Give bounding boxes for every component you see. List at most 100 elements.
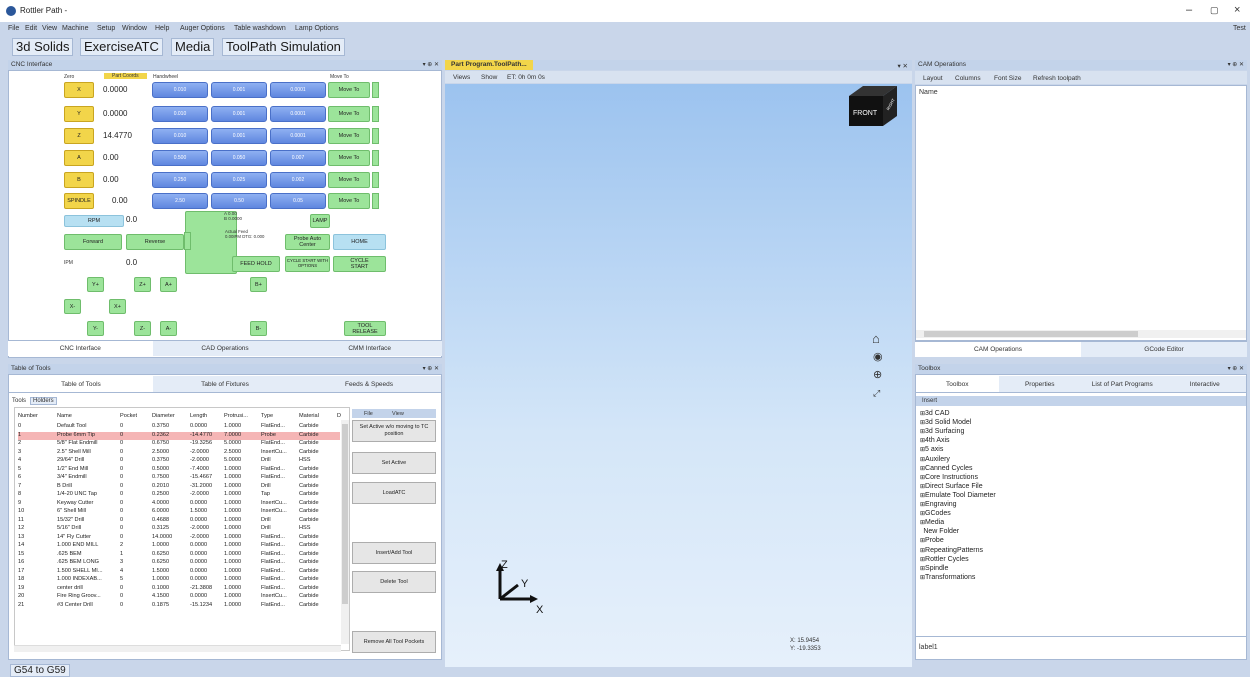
cam-refresh-toolpath-menu[interactable]: Refresh toolpath <box>1033 75 1081 82</box>
y-handwheel-inc-2-button[interactable]: 0.001 <box>211 106 267 122</box>
tab-cmm-interface[interactable]: CMM Interface <box>297 341 442 356</box>
view-cube[interactable]: FRONT RIGHT <box>843 82 903 134</box>
insert-add-tool-button[interactable]: Insert/Add Tool <box>352 542 436 564</box>
probe-auto-center-button[interactable]: Probe Auto Center <box>285 234 330 250</box>
jog-z-plus-button[interactable]: Z+ <box>134 277 151 292</box>
reverse-button[interactable]: Reverse <box>126 234 184 250</box>
subtab-holders[interactable]: Holders <box>30 397 57 405</box>
tab-cam-operations[interactable]: CAM Operations <box>915 342 1081 357</box>
column-header[interactable]: Number <box>18 413 38 419</box>
jog-a-minus-button[interactable]: A- <box>160 321 177 336</box>
viewport-close-icon[interactable]: ▾ ✕ <box>897 62 908 70</box>
x-handwheel-inc-1-button[interactable]: 0.010 <box>152 82 208 98</box>
tree-item[interactable]: ⊞RepeatingPatterns <box>920 547 983 554</box>
spindle-handwheel-inc-1-button[interactable]: 2.50 <box>152 193 208 209</box>
table-row[interactable]: 15 .625 BEM 1 0.6250 0.0000 1.0000 FlatEnd... C… <box>18 551 340 559</box>
side-menu-file[interactable]: File <box>364 411 373 417</box>
tab-cnc-interface[interactable]: CNC Interface <box>8 341 153 356</box>
tab-toolpath-simulation[interactable]: ToolPath Simulation <box>222 38 345 56</box>
jog-z-minus-button[interactable]: Z- <box>134 321 151 336</box>
tree-item[interactable]: ⊞Probe <box>920 537 944 544</box>
zero-a-button[interactable]: A <box>64 150 94 166</box>
column-header[interactable]: D <box>337 413 341 419</box>
table-row[interactable]: 1 Probe 6mm Tip 0 0.2362 -14.4770 7.0000 Probe… <box>18 431 340 440</box>
jog-b-minus-button[interactable]: B- <box>250 321 267 336</box>
tab-feeds-speeds[interactable]: Feeds & Speeds <box>297 376 441 392</box>
menu-edit[interactable]: Edit <box>25 25 37 32</box>
tool-release-button[interactable]: TOOL RELEASE <box>344 321 386 336</box>
rpm-button[interactable]: RPM <box>64 215 124 227</box>
cam-font-size-menu[interactable]: Font Size <box>994 75 1021 82</box>
tab-gcode-editor[interactable]: GCode Editor <box>1081 342 1247 357</box>
toolbox-insert-menu[interactable]: Insert <box>922 398 937 404</box>
tab-exerciseatc[interactable]: ExerciseATC <box>80 38 163 56</box>
tree-item[interactable]: ⊞5 axis <box>920 446 943 453</box>
jog-x-plus-button[interactable]: X+ <box>109 299 126 314</box>
tree-item[interactable]: ⊞Auxilery <box>920 456 950 463</box>
panel-pin-close-icon[interactable]: ▾ ⊕ ✕ <box>423 60 439 70</box>
tree-item[interactable]: ⊞3d CAD <box>920 410 950 417</box>
jog-y-plus-button[interactable]: Y+ <box>87 277 104 292</box>
a-handwheel-inc-3-button[interactable]: 0.007 <box>270 150 326 166</box>
viewport-views-menu[interactable]: Views <box>453 74 470 81</box>
tree-item[interactable]: ⊞3d Solid Model <box>920 419 971 426</box>
tree-item[interactable]: ⊞4th Axis <box>920 437 950 444</box>
tools-scrollbar-thumb[interactable] <box>342 424 348 604</box>
home-button[interactable]: HOME <box>333 234 386 250</box>
delete-tool-button[interactable]: Delete Tool <box>352 571 436 593</box>
spindle-handwheel-inc-3-button[interactable]: 0.05 <box>270 193 326 209</box>
tab-media[interactable]: Media <box>171 38 215 56</box>
tab-3d-solids[interactable]: 3d Solids <box>12 38 74 56</box>
menu-view[interactable]: View <box>42 25 57 32</box>
table-row[interactable]: 5 1/2" End Mill 0 0.5000 -7.4000 1.0000 FlatEn… <box>18 466 340 474</box>
table-row[interactable]: 2 5/8" Flat Endmill 0 0.6750 -19.3256 5.0000 F… <box>18 440 340 448</box>
column-header[interactable]: Diameter <box>152 413 175 419</box>
home-view-icon[interactable]: ⌂ <box>872 331 880 346</box>
table-row[interactable]: 3 2.5" Shell Mill 0 2.5000 -2.0000 2.5000 Inse… <box>18 449 340 457</box>
tree-item[interactable]: ⊞Transformations <box>920 574 975 581</box>
column-header[interactable]: Type <box>261 413 273 419</box>
table-row[interactable]: 13 14" Fly Cutter 0 14.0000 -2.0000 1.0000 Fla… <box>18 534 340 542</box>
zero-spindle-button[interactable]: SPINDLE <box>64 193 94 209</box>
y-handwheel-inc-1-button[interactable]: 0.010 <box>152 106 208 122</box>
table-row[interactable]: 17 1.500 SHELL MI... 4 1.5000 0.0000 1.0000 Fl… <box>18 568 340 576</box>
menu-table-washdown[interactable]: Table washdown <box>234 25 286 32</box>
column-header[interactable]: Length <box>190 413 207 419</box>
menu-lamp-options[interactable]: Lamp Options <box>295 25 339 32</box>
table-row[interactable]: 12 5/16" Drill 0 0.3125 -2.0000 1.0000 Drill HS… <box>18 525 340 533</box>
tab-toolbox[interactable]: Toolbox <box>916 376 999 392</box>
tree-item[interactable]: ⊞GCodes <box>920 510 951 517</box>
table-row[interactable]: 4 29/64" Drill 0 0.3750 -2.0000 5.0000 Drill HS… <box>18 457 340 465</box>
tree-item[interactable]: ⊞3d Surfacing <box>920 428 964 435</box>
jog-a-plus-button[interactable]: A+ <box>160 277 177 292</box>
table-row[interactable]: 11 15/32" Drill 0 0.4688 0.0000 1.0000 Drill Ca… <box>18 517 340 525</box>
tab-table-of-tools[interactable]: Table of Tools <box>9 376 153 392</box>
panel-pin-close-icon[interactable]: ▾ ⊕ ✕ <box>1228 60 1244 70</box>
minimize-icon[interactable]: – <box>1186 4 1192 16</box>
table-row[interactable]: 7 B Drill 0 0.2010 -31.2000 1.0000 Drill Carbid… <box>18 483 340 491</box>
remove-all-tool-pockets-button[interactable]: Remove All Tool Pockets <box>352 631 436 653</box>
panel-pin-close-icon[interactable]: ▾ ⊕ ✕ <box>423 364 439 374</box>
cycle-start-button[interactable]: CYCLE START <box>333 256 386 272</box>
cycle-start-with-options-button[interactable]: CYCLE START WITH OPTIONS <box>285 256 330 272</box>
x-move-to-button[interactable]: Move To <box>328 82 370 98</box>
tab-interactive[interactable]: Interactive <box>1164 376 1247 392</box>
tree-item[interactable]: New Folder <box>920 528 959 535</box>
table-row[interactable]: 8 1/4-20 UNC Tap 0 0.2500 -2.0000 1.0000 Tap Ca… <box>18 491 340 499</box>
set-active-no-move-button[interactable]: Set Active w/o moving to TC position <box>352 420 436 442</box>
spindle-move-to-button[interactable]: Move To <box>328 193 370 209</box>
tools-hscrollbar[interactable] <box>14 645 341 652</box>
close-icon[interactable]: × <box>1234 4 1240 16</box>
jog-x-minus-button[interactable]: X- <box>64 299 81 314</box>
menu-window[interactable]: Window <box>122 25 147 32</box>
set-active-button[interactable]: Set Active <box>352 452 436 474</box>
tree-item[interactable]: ⊞Emulate Tool Diameter <box>920 492 996 499</box>
table-row[interactable]: 14 1.000 END MILL 2 1.0000 0.0000 1.0000 FlatE… <box>18 542 340 550</box>
column-header[interactable]: Name <box>57 413 72 419</box>
orbit-icon[interactable]: ◉ <box>873 350 883 363</box>
zero-b-button[interactable]: B <box>64 172 94 188</box>
forward-button[interactable]: Forward <box>64 234 122 250</box>
column-header[interactable]: Protrusi... <box>224 413 248 419</box>
zero-y-button[interactable]: Y <box>64 106 94 122</box>
tree-item[interactable]: ⊞Core Instructions <box>920 474 978 481</box>
